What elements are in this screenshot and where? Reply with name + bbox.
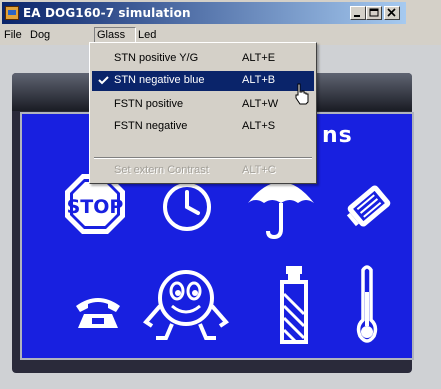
minimize-button[interactable] (350, 6, 366, 20)
menu-item-shortcut: ALT+C (242, 164, 276, 176)
menu-item-stn-negative-blue[interactable]: STN negative blue ALT+B (92, 71, 314, 91)
window-right-edge (420, 45, 441, 389)
clock-icon (163, 183, 211, 231)
telephone-icon (76, 298, 120, 328)
menu-dog[interactable]: Dog (30, 27, 50, 43)
checkmark-icon (98, 76, 109, 85)
menu-item-shortcut: ALT+B (242, 74, 276, 86)
mouse-pointer-icon (295, 83, 309, 105)
display-heading: ns (322, 123, 353, 148)
menu-item-label: STN positive Y/G (114, 52, 199, 64)
menu-item-fstn-negative[interactable]: FSTN negative ALT+S (92, 117, 314, 137)
menu-item-fstn-positive[interactable]: FSTN positive ALT+W (92, 95, 314, 115)
pencil-sharpener-icon (346, 185, 391, 227)
menu-item-label: Set extern Contrast (114, 164, 209, 176)
title-bar[interactable]: EA DOG160-7 simulation (2, 2, 406, 24)
tube-bottle-icon (280, 266, 308, 344)
thermometer-icon (356, 265, 378, 343)
menu-led[interactable]: Led (138, 27, 156, 43)
stop-sign-text: STOP (67, 196, 124, 218)
maximize-button[interactable] (366, 6, 382, 20)
glass-dropdown-menu: STN positive Y/G ALT+E STN negative blue… (89, 42, 317, 184)
maximize-icon (369, 8, 379, 17)
menu-separator (94, 157, 312, 159)
menu-item-label: FSTN negative (114, 120, 188, 132)
application-window: EA DOG160-7 simulation File Dog Glass Le… (0, 0, 441, 389)
menu-item-stn-positive-yg[interactable]: STN positive Y/G ALT+E (92, 49, 314, 69)
window-title: EA DOG160-7 simulation (23, 6, 191, 20)
menu-file[interactable]: File (4, 27, 22, 43)
menu-item-shortcut: ALT+S (242, 120, 276, 132)
close-button[interactable] (384, 6, 400, 20)
minimize-icon (354, 15, 360, 17)
menu-item-shortcut: ALT+E (242, 52, 276, 64)
menu-item-set-extern-contrast: Set extern Contrast ALT+C (92, 161, 314, 181)
app-icon[interactable] (5, 6, 19, 20)
menu-item-label: FSTN positive (114, 98, 184, 110)
menu-item-shortcut: ALT+W (242, 98, 279, 110)
close-icon (387, 8, 396, 17)
menu-item-label: STN negative blue (114, 74, 205, 86)
smiley-character-icon (142, 270, 230, 340)
